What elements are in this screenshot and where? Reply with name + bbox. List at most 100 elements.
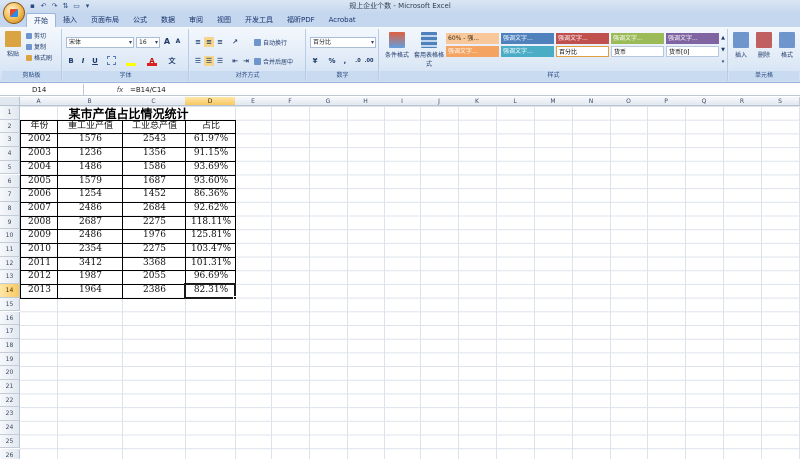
row-header-6[interactable]: 6 [0, 174, 20, 189]
table-cell[interactable]: 2010 [21, 243, 58, 257]
row-header-12[interactable]: 12 [0, 256, 20, 271]
increase-decimal-icon[interactable]: .0 [353, 56, 363, 66]
column-header-A[interactable]: A [20, 97, 58, 106]
italic-button[interactable]: I [78, 56, 88, 66]
font-size-combo[interactable]: 16 [136, 37, 160, 48]
indent-decrease-icon[interactable]: ⇤ [230, 56, 240, 66]
fill-handle[interactable] [233, 295, 237, 300]
table-cell[interactable]: 86.36% [186, 188, 236, 202]
table-cell[interactable]: 125.81% [186, 229, 236, 243]
row-header-11[interactable]: 11 [0, 243, 20, 257]
table-cell[interactable]: 2275 [123, 216, 186, 230]
cell-style-0[interactable]: 60% - 强... [446, 33, 499, 44]
column-header-L[interactable]: L [496, 97, 535, 106]
table-cell[interactable]: 1236 [58, 147, 123, 161]
maximize-button[interactable] [768, 0, 784, 12]
currency-icon[interactable]: ¥ [310, 56, 320, 66]
wrap-text-button[interactable]: 自动换行 [254, 38, 287, 47]
table-cell[interactable]: 1356 [123, 147, 186, 161]
gallery-down-icon[interactable]: ▼ [718, 45, 728, 55]
column-header-F[interactable]: F [271, 97, 310, 106]
tab-9[interactable]: Acrobat [322, 13, 363, 27]
table-cell[interactable]: 118.11% [186, 216, 236, 230]
conditional-format-button[interactable]: 条件格式 [382, 32, 412, 59]
header-cell[interactable]: 占比 [186, 120, 236, 134]
percent-button[interactable]: % [327, 56, 337, 66]
tab-7[interactable]: 开发工具 [238, 13, 280, 27]
minimize-button[interactable] [752, 0, 768, 12]
row-header-23[interactable]: 23 [0, 407, 20, 422]
cell-style-9[interactable]: 货币[0] [666, 46, 719, 57]
column-header-G[interactable]: G [309, 97, 348, 106]
row-header-16[interactable]: 16 [0, 311, 20, 326]
table-cell[interactable]: 93.69% [186, 161, 236, 175]
table-cell[interactable]: 103.47% [186, 243, 236, 257]
paste-button[interactable]: 粘贴 [5, 31, 21, 58]
row-header-14[interactable]: 14 [0, 284, 20, 298]
table-cell[interactable]: 2687 [58, 216, 123, 230]
row-header-7[interactable]: 7 [0, 188, 20, 202]
row-header-4[interactable]: 4 [0, 147, 20, 161]
grow-font-button[interactable]: A [162, 37, 172, 47]
cell-style-3[interactable]: 强调文字... [611, 33, 664, 44]
table-cell[interactable]: 2006 [21, 188, 58, 202]
table-cell[interactable]: 1254 [58, 188, 123, 202]
column-header-B[interactable]: B [57, 97, 123, 106]
table-cell[interactable]: 1486 [58, 161, 123, 175]
table-cell[interactable]: 93.60% [186, 175, 236, 189]
column-header-P[interactable]: P [647, 97, 686, 106]
row-header-13[interactable]: 13 [0, 270, 20, 285]
fill-color-icon[interactable] [126, 56, 136, 66]
tab-1[interactable]: 插入 [56, 13, 84, 27]
font-color-button[interactable]: A [147, 56, 157, 66]
format-cells-button[interactable]: 格式 [779, 32, 795, 59]
border-icon[interactable] [107, 56, 116, 65]
table-cell[interactable]: 1987 [58, 270, 123, 284]
cell-style-4[interactable]: 强调文字... [666, 33, 719, 44]
merge-center-button[interactable]: 合并后居中 [254, 57, 293, 66]
column-header-D[interactable]: D [185, 97, 236, 106]
insert-cells-button[interactable]: 插入 [733, 32, 749, 59]
tab-2[interactable]: 页面布局 [84, 13, 126, 27]
table-cell[interactable]: 92.62% [186, 202, 236, 216]
table-cell[interactable]: 2486 [58, 229, 123, 243]
column-header-C[interactable]: C [122, 97, 186, 106]
format-painter-button[interactable]: 格式刷 [26, 53, 52, 62]
table-cell[interactable]: 2012 [21, 270, 58, 284]
cell-style-5[interactable]: 强调文字... [446, 46, 499, 57]
header-cell[interactable]: 年份 [21, 120, 58, 134]
cut-button[interactable]: 剪切 [26, 31, 46, 40]
format-as-table-button[interactable]: 套用表格格式 [414, 32, 444, 68]
decrease-decimal-icon[interactable]: .00 [364, 56, 374, 66]
row-header-5[interactable]: 5 [0, 160, 20, 175]
shrink-font-button[interactable]: A [173, 37, 183, 47]
table-cell[interactable]: 2005 [21, 175, 58, 189]
active-cell-selection[interactable] [184, 283, 236, 299]
row-header-20[interactable]: 20 [0, 366, 20, 380]
column-header-H[interactable]: H [347, 97, 385, 106]
comma-button[interactable]: , [340, 56, 350, 66]
table-cell[interactable]: 1452 [123, 188, 186, 202]
column-header-M[interactable]: M [534, 97, 573, 106]
cell-style-7[interactable]: 百分比 [556, 46, 609, 57]
table-cell[interactable]: 1576 [58, 133, 123, 147]
table-cell[interactable]: 2007 [21, 202, 58, 216]
tab-3[interactable]: 公式 [126, 13, 154, 27]
table-cell[interactable]: 1976 [123, 229, 186, 243]
row-header-25[interactable]: 25 [0, 434, 20, 449]
row-header-3[interactable]: 3 [0, 133, 20, 148]
cell-style-8[interactable]: 货币 [611, 46, 664, 57]
tab-8[interactable]: 福昕PDF [280, 13, 322, 27]
name-box[interactable]: D14 [0, 84, 84, 96]
copy-button[interactable]: 复制 [26, 42, 46, 51]
table-cell[interactable]: 2354 [58, 243, 123, 257]
orientation-icon[interactable]: ↗ [230, 37, 240, 47]
column-header-K[interactable]: K [458, 97, 497, 106]
row-header-8[interactable]: 8 [0, 201, 20, 216]
row-header-26[interactable]: 26 [0, 448, 20, 459]
table-cell[interactable]: 96.69% [186, 270, 236, 284]
gallery-more-icon[interactable]: ▾ [718, 57, 728, 67]
tab-6[interactable]: 视图 [210, 13, 238, 27]
row-header-10[interactable]: 10 [0, 229, 20, 243]
tab-5[interactable]: 审阅 [182, 13, 210, 27]
